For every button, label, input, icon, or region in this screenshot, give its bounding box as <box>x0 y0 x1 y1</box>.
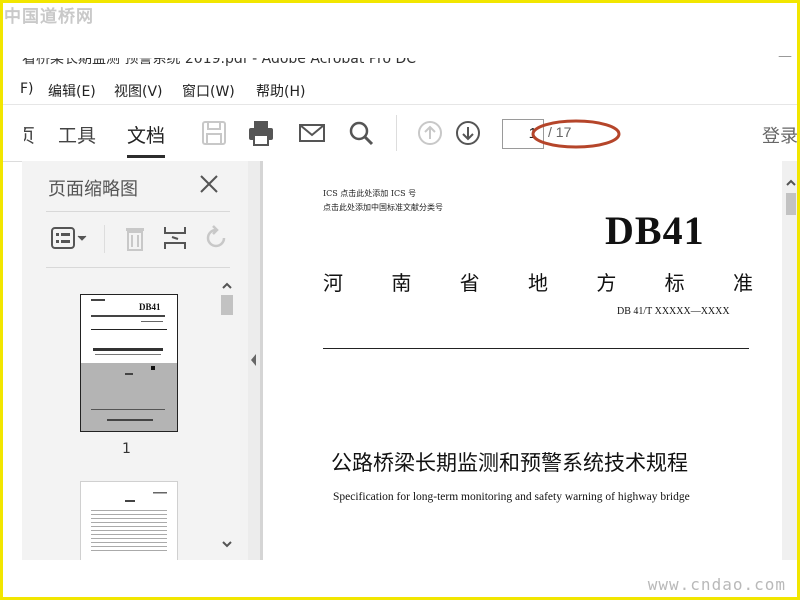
thumbnail-page-1-content: DB41 <box>81 295 177 431</box>
collapse-panel-icon[interactable] <box>248 161 260 560</box>
document-title-en: Specification for long-term monitoring a… <box>333 491 690 503</box>
title-bar: 看桥梁长期监测 预警系统 2019.pdf - Adobe Acrobat Pr… <box>0 44 800 72</box>
menu-help[interactable]: 帮助(H) <box>256 81 305 101</box>
watermark-top: 中国道桥网 <box>4 7 94 27</box>
page-thumbnail[interactable]: DB41 <box>80 294 178 432</box>
standard-type: 河 南 省 地 方 标 准 <box>323 267 753 296</box>
document-title-cn: 公路桥梁长期监测和预警系统技术规程 <box>331 451 688 475</box>
tab-home[interactable]: 页 <box>24 121 35 148</box>
extract-icon[interactable] <box>162 223 188 253</box>
document-scrollbar-track[interactable] <box>782 161 800 560</box>
panel-splitter[interactable] <box>248 161 260 560</box>
thumbnail-scrollbar[interactable] <box>218 277 236 553</box>
panel-divider <box>46 211 230 212</box>
print-icon[interactable] <box>247 119 275 147</box>
tab-tools[interactable]: 工具 <box>58 121 96 148</box>
menu-edit[interactable]: 编辑(E) <box>48 81 96 101</box>
annotation-oval <box>531 119 621 149</box>
options-menu-icon[interactable] <box>50 223 90 253</box>
thumbnail-page-2-content <box>91 492 167 551</box>
close-icon[interactable] <box>198 173 220 195</box>
svg-text:DB41: DB41 <box>139 302 161 312</box>
standard-char: 标 <box>664 271 685 295</box>
tab-document[interactable]: 文档 <box>127 121 166 158</box>
standard-char: 南 <box>391 271 412 295</box>
window-title: 看桥梁长期监测 预警系统 2019.pdf - Adobe Acrobat Pr… <box>22 51 417 67</box>
standard-char: 河 <box>323 271 343 295</box>
trash-icon[interactable] <box>122 223 148 253</box>
standard-char: 准 <box>732 271 753 295</box>
document-page: ICS 点击此处添加 ICS 号 点击此处添加中国标准文献分类号 DB41 河 … <box>263 161 782 560</box>
search-icon[interactable] <box>347 119 375 147</box>
rotate-icon[interactable] <box>204 223 230 253</box>
toolbar-separator <box>396 115 397 151</box>
standard-char: 地 <box>527 271 548 295</box>
menu-file[interactable]: F) <box>20 81 34 97</box>
standard-code: DB41 <box>605 208 705 253</box>
next-page-icon[interactable] <box>454 119 482 147</box>
watermark-bottom: www.cndao.com <box>647 575 786 594</box>
previous-page-icon[interactable] <box>416 119 444 147</box>
document-view[interactable]: ICS 点击此处添加 ICS 号 点击此处添加中国标准文献分类号 DB41 河 … <box>260 161 782 560</box>
panel-title: 页面缩略图 <box>48 179 138 200</box>
panel-toolbar-separator <box>104 225 105 253</box>
toolbar: 页 工具 文档 1 / 17 登录 <box>0 104 800 162</box>
document-scrollbar[interactable] <box>782 161 800 560</box>
standard-char: 省 <box>459 271 480 295</box>
save-icon[interactable] <box>200 119 228 147</box>
page-thumbnail[interactable] <box>80 481 178 565</box>
thumbnail-page-number: 1 <box>122 441 131 457</box>
ccs-placeholder: 点击此处添加中国标准文献分类号 <box>323 203 443 212</box>
panel-divider <box>46 267 230 268</box>
header-rule <box>323 348 749 349</box>
standard-number: DB 41/T XXXXX—XXXX <box>617 306 730 317</box>
email-icon[interactable] <box>298 119 326 147</box>
login-button[interactable]: 登录 <box>762 122 798 148</box>
window-controls[interactable]: — <box>778 56 792 64</box>
menu-view[interactable]: 视图(V) <box>114 81 163 101</box>
ics-placeholder: ICS 点击此处添加 ICS 号 <box>323 189 417 198</box>
standard-char: 方 <box>596 271 617 295</box>
thumbnail-panel: 页面缩略图 DB41 1 <box>22 161 249 565</box>
menu-bar: F) 编辑(E) 视图(V) 窗口(W) 帮助(H) <box>0 78 800 102</box>
menu-window[interactable]: 窗口(W) <box>182 81 235 101</box>
